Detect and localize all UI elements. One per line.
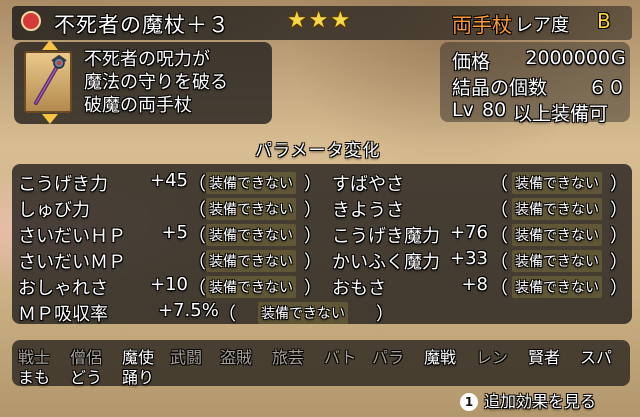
param-close-paren: ） [304,200,322,221]
description-line-1: 不死者の呪力が [84,49,210,70]
param-note: 装備できない [258,302,348,324]
job-equippable: どう [70,368,103,387]
crystal-value: ６０ [587,77,626,99]
param-open-paren: （ [188,226,206,247]
param-value: +7.5% [158,300,219,321]
extra-effects-label: 追加効果を見る [484,392,597,411]
param-note: 装備できない [206,276,296,298]
param-label: おもさ [332,278,386,299]
param-note: 装備できない [206,250,296,272]
param-value: +8 [461,274,488,295]
param-value: +45 [150,170,188,191]
param-value: +33 [450,248,488,269]
item-name: 不死者の魔杖＋３ [54,13,230,37]
price-unit: G [611,47,626,69]
job-unavailable: 盗賊 [220,348,253,367]
param-close-paren: ） [304,278,322,299]
description-line-3: 破魔の両手杖 [84,95,192,116]
param-row: おもさ +8 （ 装備できない ） [332,274,632,299]
param-row: ＭＰ吸収率 +7.5% （ 装備できない ） [18,300,418,325]
level-suffix: 以上装備可 [513,103,609,125]
staff-icon [34,55,67,105]
param-row: きようさ （ 装備できない ） [332,196,632,221]
star-rating: ★★★ [287,8,353,33]
job-equippable: スパ [580,348,613,367]
param-row: こうげき魔力 +76 （ 装備できない ） [332,222,632,247]
weapon-type: 両手杖 [452,13,512,37]
param-open-paren: （ [218,304,236,325]
param-close-paren: ） [610,226,628,247]
param-close-paren: ） [304,226,322,247]
param-open-paren: （ [188,278,206,299]
param-open-paren: （ [490,174,508,195]
param-note: 装備できない [512,224,602,246]
param-row: こうげき力 +45 （ 装備できない ） [18,170,322,195]
param-note: 装備できない [512,198,602,220]
job-unavailable: 旅芸 [272,348,305,367]
extra-effects-button[interactable]: 1 追加効果を見る [460,388,596,412]
level-prefix: Lv [452,99,474,121]
param-label: こうげき力 [18,174,108,195]
param-label: ＭＰ吸収率 [18,304,108,325]
param-value: +76 [450,222,488,243]
param-label: さいだいＭＰ [18,252,126,273]
param-label: こうげき魔力 [332,226,440,247]
param-note: 装備できない [512,172,602,194]
rarity-label: レア度 [515,15,569,36]
param-close-paren: ） [610,200,628,221]
param-close-paren: ） [610,278,628,299]
price-value: 2000000 [525,47,610,69]
weapon-image [24,51,72,113]
param-open-paren: （ [188,200,206,221]
param-label: すばやさ [332,174,404,195]
param-row: さいだいＭＰ （ 装備できない ） [18,248,322,273]
job-equippable: 魔戦 [424,348,457,367]
param-close-paren: ） [376,304,394,325]
next-item-arrow-icon[interactable] [42,114,58,124]
job-equippable: 賢者 [528,348,561,367]
description-line-2: 魔法の守りを破る [84,72,228,93]
previous-item-arrow-icon[interactable] [42,40,58,50]
param-row: すばやさ （ 装備できない ） [332,170,632,195]
param-open-paren: （ [490,252,508,273]
job-unavailable: バト [324,348,357,367]
param-note: 装備できない [512,276,602,298]
param-note: 装備できない [206,224,296,246]
crystal-label: 結晶の個数 [452,77,548,99]
button-1-icon: 1 [460,393,478,411]
param-value: +10 [150,274,188,295]
param-close-paren: ） [304,252,322,273]
price-label: 価格 [452,51,491,73]
param-open-paren: （ [490,278,508,299]
job-equippable: まも [18,368,51,387]
rarity-value: B [597,9,611,33]
param-label: きようさ [332,200,404,221]
param-label: しゅび力 [18,200,90,221]
job-equippable: 踊り [122,368,155,387]
param-open-paren: （ [490,226,508,247]
job-unavailable: レン [476,348,509,367]
param-label: おしゃれさ [18,278,108,299]
param-label: さいだいＨＰ [18,226,126,247]
param-row: しゅび力 （ 装備できない ） [18,196,322,221]
level-value: 80 [482,99,507,121]
param-note: 装備できない [206,172,296,194]
param-open-paren: （ [188,252,206,273]
param-value: +5 [161,222,188,243]
param-close-paren: ） [610,252,628,273]
param-open-paren: （ [188,174,206,195]
parameter-title: パラメータ変化 [255,141,381,161]
param-row: さいだいＨＰ +5 （ 装備できない ） [18,222,322,247]
param-label: かいふく魔力 [332,252,440,273]
param-open-paren: （ [490,200,508,221]
param-close-paren: ） [610,174,628,195]
param-note: 装備できない [206,198,296,220]
job-unavailable: パラ [372,348,405,367]
param-note: 装備できない [512,250,602,272]
param-row: おしゃれさ +10 （ 装備できない ） [18,274,322,299]
param-close-paren: ） [304,174,322,195]
staff-category-icon [21,11,41,31]
job-unavailable: 武闘 [170,348,203,367]
param-row: かいふく魔力 +33 （ 装備できない ） [332,248,632,273]
